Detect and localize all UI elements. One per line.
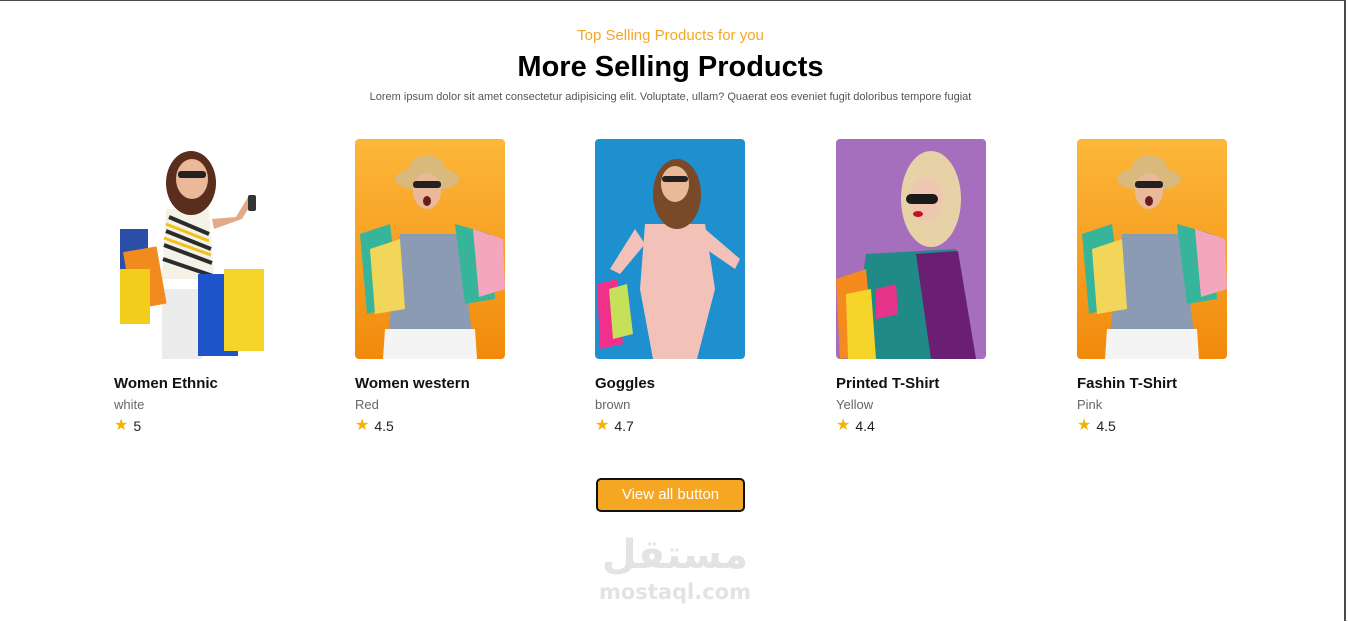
product-photo-printed-tshirt — [836, 139, 986, 359]
product-photo-women-ethnic — [114, 139, 264, 359]
product-name[interactable]: Women Ethnic — [114, 374, 274, 394]
product-image[interactable] — [836, 139, 986, 359]
star-icon: ★ — [595, 417, 610, 434]
view-all-button[interactable]: View all button — [596, 478, 745, 512]
product-card[interactable]: Fashin T-Shirt Pink ★ 4.5 — [1077, 139, 1237, 435]
rating-value: 5 — [133, 418, 142, 434]
section-description: Lorem ipsum dolor sit amet consectetur a… — [369, 91, 972, 103]
product-photo-goggles — [595, 139, 745, 359]
product-image[interactable] — [355, 139, 505, 359]
rating-value: 4.5 — [1096, 418, 1116, 434]
rating-value: 4.4 — [855, 418, 875, 434]
product-rating: ★ 4.5 — [1077, 417, 1237, 435]
product-image[interactable] — [1077, 139, 1227, 359]
product-color: Pink — [1077, 397, 1103, 412]
watermark-logo: مستقل mostaql.com — [585, 532, 765, 604]
product-card[interactable]: Women Ethnic white ★ 5 — [114, 139, 274, 435]
product-card[interactable]: Women western Red ★ 4.5 — [355, 139, 515, 435]
watermark-arabic: مستقل — [601, 532, 749, 578]
product-image[interactable] — [114, 139, 264, 359]
rating-value: 4.7 — [614, 418, 634, 434]
star-icon: ★ — [114, 417, 129, 434]
product-card[interactable]: Printed T-Shirt Yellow ★ 4.4 — [836, 139, 996, 435]
product-rating: ★ 4.7 — [595, 417, 755, 435]
product-card[interactable]: Goggles brown ★ 4.7 — [595, 139, 755, 435]
product-color: Red — [355, 397, 379, 412]
section-title: More Selling Products — [517, 51, 824, 83]
rating-value: 4.5 — [374, 418, 394, 434]
watermark-latin: mostaql.com — [599, 580, 751, 604]
product-image[interactable] — [595, 139, 745, 359]
product-name[interactable]: Goggles — [595, 374, 755, 394]
product-rating: ★ 5 — [114, 417, 274, 435]
product-name[interactable]: Printed T-Shirt — [836, 374, 996, 394]
product-list: Women Ethnic white ★ 5 Women western Red… — [0, 139, 1348, 449]
product-color: white — [114, 397, 145, 412]
product-name[interactable]: Fashin T-Shirt — [1077, 374, 1237, 394]
product-rating: ★ 4.4 — [836, 417, 996, 435]
star-icon: ★ — [836, 417, 851, 434]
star-icon: ★ — [355, 417, 370, 434]
product-name[interactable]: Women western — [355, 374, 515, 394]
section-subtitle: Top Selling Products for you — [577, 27, 764, 44]
star-icon: ★ — [1077, 417, 1092, 434]
section-header: Top Selling Products for you More Sellin… — [0, 26, 1341, 104]
product-photo-women-western — [355, 139, 505, 359]
product-rating: ★ 4.5 — [355, 417, 515, 435]
product-photo-fashin-tshirt — [1077, 139, 1227, 359]
product-color: brown — [595, 397, 631, 412]
product-color: Yellow — [836, 397, 874, 412]
